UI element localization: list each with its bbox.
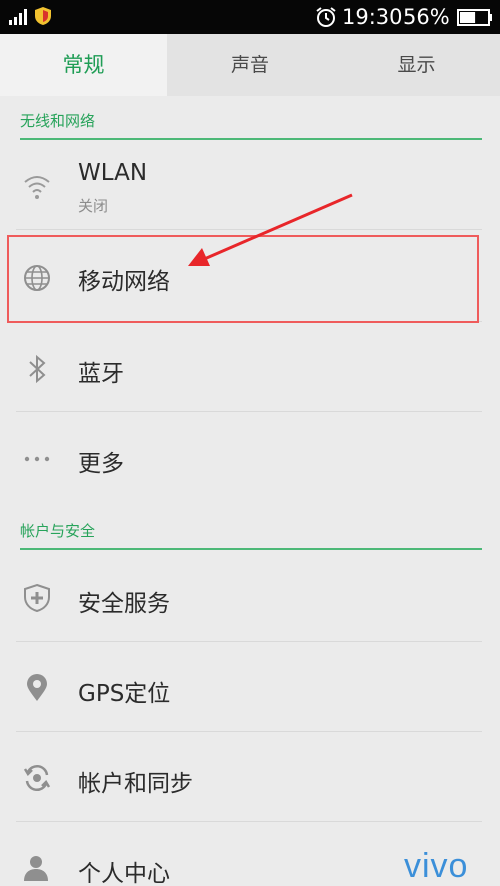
wlan-status: 关闭 bbox=[78, 197, 109, 215]
tab-general[interactable]: 常规 bbox=[0, 34, 167, 96]
settings-item-gps[interactable]: GPS定位 bbox=[16, 642, 482, 732]
bluetooth-icon bbox=[29, 354, 46, 384]
gps-title: GPS定位 bbox=[78, 681, 171, 707]
security-app-icon bbox=[35, 7, 51, 25]
account-sync-title: 帐户和同步 bbox=[78, 771, 193, 797]
battery-percent: 56% bbox=[403, 5, 450, 29]
bluetooth-title: 蓝牙 bbox=[78, 361, 124, 387]
vivo-logo: vivo bbox=[404, 847, 469, 885]
status-bar: 19:30 56% bbox=[0, 0, 500, 34]
shield-icon bbox=[24, 583, 50, 613]
more-icon bbox=[24, 456, 50, 462]
battery-icon bbox=[457, 9, 492, 26]
settings-item-account-sync[interactable]: 帐户和同步 bbox=[16, 732, 482, 822]
settings-tab-bar: 常规 声音 显示 bbox=[0, 34, 500, 96]
annotation-arrow-icon bbox=[188, 193, 353, 266]
settings-item-bluetooth[interactable]: 蓝牙 bbox=[16, 322, 482, 412]
settings-item-security-service[interactable]: 安全服务 bbox=[16, 552, 482, 642]
settings-item-more[interactable]: 更多 bbox=[16, 412, 482, 504]
person-icon bbox=[24, 856, 48, 881]
alarm-clock-icon bbox=[316, 7, 336, 27]
tab-display[interactable]: 显示 bbox=[333, 34, 500, 96]
more-title: 更多 bbox=[78, 451, 124, 477]
section-header-wireless: 无线和网络 bbox=[20, 110, 482, 140]
personal-center-title: 个人中心 bbox=[78, 861, 170, 886]
clock-time: 19:30 bbox=[342, 5, 403, 29]
section-header-account: 帐户与安全 bbox=[20, 520, 482, 550]
sync-icon bbox=[23, 765, 51, 791]
location-pin-icon bbox=[27, 674, 47, 701]
security-service-title: 安全服务 bbox=[78, 591, 170, 617]
tab-sound[interactable]: 声音 bbox=[167, 34, 333, 96]
wlan-title: WLAN bbox=[78, 160, 148, 186]
wifi-icon bbox=[24, 176, 50, 199]
signal-strength-icon bbox=[9, 9, 31, 25]
